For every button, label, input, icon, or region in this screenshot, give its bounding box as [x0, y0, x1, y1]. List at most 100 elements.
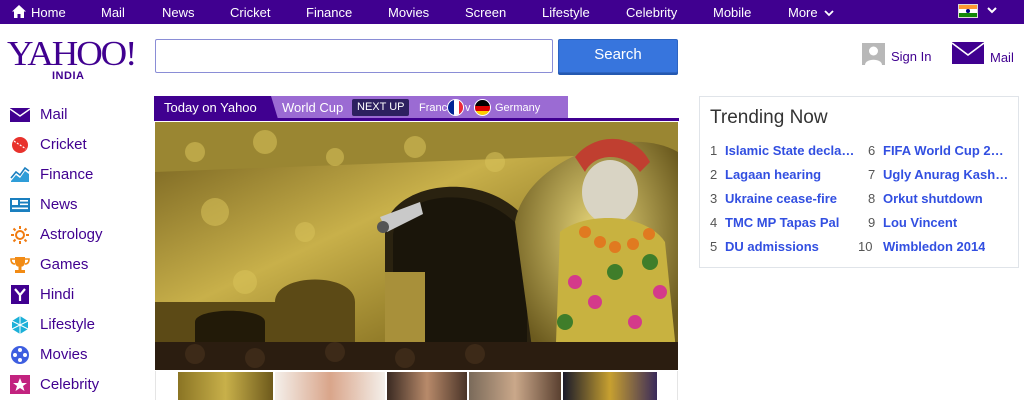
trending-rank: 6: [868, 143, 876, 158]
featured-tabs: World Cup NEXT UP France v Germany Today…: [154, 96, 679, 121]
sidebar-item-lifestyle[interactable]: Lifestyle: [10, 312, 150, 336]
finance-chart-icon: [10, 166, 30, 182]
sidebar-item-label: Celebrity: [40, 376, 100, 393]
india-flag-icon[interactable]: [958, 4, 978, 18]
tab-world-cup-label: World Cup: [282, 100, 344, 115]
sidebar-item-astrology[interactable]: Astrology: [10, 222, 150, 246]
trending-rank: 4: [710, 215, 718, 230]
search-button[interactable]: Search: [558, 39, 678, 73]
trending-item[interactable]: 4 TMC MP Tapas Pal: [710, 213, 860, 231]
versus-label: v: [465, 102, 471, 114]
hindi-y-icon: [11, 285, 29, 304]
next-up-badge: NEXT UP: [352, 99, 410, 116]
thumbnail-3[interactable]: [387, 372, 467, 400]
sidebar-item-label: Games: [40, 256, 89, 273]
trending-item[interactable]: 1 Islamic State decla…: [710, 141, 860, 159]
sidebar-item-celebrity[interactable]: Celebrity: [10, 372, 150, 396]
trending-link[interactable]: Lou Vincent: [883, 215, 957, 230]
sidebar-item-movies[interactable]: Movies: [10, 342, 150, 366]
sign-in-label: Sign In: [891, 49, 932, 64]
tabs-underline: [154, 118, 679, 121]
story-thumbnails: [155, 371, 678, 400]
featured-story-image[interactable]: [155, 122, 678, 370]
nav-mail-link[interactable]: Mail: [101, 0, 125, 24]
trending-item[interactable]: 2 Lagaan hearing: [710, 165, 860, 183]
sidebar-item-hindi[interactable]: Hindi: [10, 282, 150, 306]
trending-rank: 5: [710, 239, 718, 254]
trending-link[interactable]: Ugly Anurag Kash…: [883, 167, 1008, 182]
trending-link[interactable]: DU admissions: [725, 239, 819, 254]
mail-envelope-icon: [952, 42, 984, 64]
sidebar-item-label: Mail: [40, 106, 68, 123]
sidebar-item-label: Movies: [40, 346, 88, 363]
mail-label: Mail: [990, 50, 1014, 65]
sidebar-item-label: Cricket: [40, 136, 87, 153]
home-icon[interactable]: [11, 4, 27, 19]
trending-item[interactable]: 9 Lou Vincent: [868, 213, 1018, 231]
trending-item[interactable]: 5 DU admissions: [710, 237, 860, 255]
trending-link[interactable]: Lagaan hearing: [725, 167, 821, 182]
yahoo-india-logo[interactable]: YAHOO! INDIA: [7, 36, 137, 86]
trending-link[interactable]: TMC MP Tapas Pal: [725, 215, 839, 230]
trending-now-panel: Trending Now 1 Islamic State decla… 2 Laga…: [699, 96, 1019, 268]
search-input[interactable]: [155, 39, 553, 73]
cricket-ball-icon: [12, 137, 28, 153]
games-trophy-icon: [10, 257, 30, 273]
tab-world-cup[interactable]: World Cup NEXT UP France v Germany: [268, 96, 568, 119]
sidebar-item-label: Hindi: [40, 286, 75, 303]
trending-rank: 7: [868, 167, 876, 182]
nav-movies-link[interactable]: Movies: [388, 0, 429, 24]
avatar-icon: [862, 43, 885, 65]
trending-rank: 10: [858, 239, 873, 254]
nav-cricket-link[interactable]: Cricket: [230, 0, 270, 24]
nav-news-link[interactable]: News: [162, 0, 195, 24]
nav-mobile-link[interactable]: Mobile: [713, 0, 751, 24]
thumbnail-5[interactable]: [563, 372, 657, 400]
thumbnail-2[interactable]: [275, 372, 385, 400]
trending-link[interactable]: Orkut shutdown: [883, 191, 983, 206]
tab-today-on-yahoo[interactable]: Today on Yahoo: [154, 96, 271, 119]
trending-link[interactable]: Islamic State decla…: [725, 143, 854, 158]
nav-finance-link[interactable]: Finance: [306, 0, 352, 24]
trending-item[interactable]: 3 Ukraine cease-fire: [710, 189, 860, 207]
sidebar-item-games[interactable]: Games: [10, 252, 150, 276]
trending-link[interactable]: Ukraine cease-fire: [725, 191, 837, 206]
sidebar-item-label: Astrology: [40, 226, 103, 243]
celebrity-star-icon: [10, 375, 30, 394]
news-icon: [10, 198, 30, 212]
trending-rank: 1: [710, 143, 718, 158]
trending-title: Trending Now: [710, 107, 828, 128]
region-chevron-down-icon[interactable]: [986, 4, 998, 16]
sidebar-item-news[interactable]: News: [10, 192, 150, 216]
trending-item[interactable]: 6 FIFA World Cup 2…: [868, 141, 1018, 159]
nav-lifestyle-link[interactable]: Lifestyle: [542, 0, 590, 24]
astrology-sun-icon: [11, 226, 29, 244]
mail-icon: [10, 108, 30, 122]
trending-item[interactable]: 8 Orkut shutdown: [868, 189, 1018, 207]
sidebar-item-mail[interactable]: Mail: [10, 102, 150, 126]
trending-rank: 3: [710, 191, 718, 206]
trending-rank: 8: [868, 191, 876, 206]
movies-reel-icon: [11, 346, 29, 364]
nav-screen-link[interactable]: Screen: [465, 0, 506, 24]
lifestyle-diamond-icon: [11, 316, 29, 334]
chevron-down-icon: [824, 10, 834, 17]
sidebar-item-cricket[interactable]: Cricket: [10, 132, 150, 156]
trending-link[interactable]: FIFA World Cup 2…: [883, 143, 1004, 158]
sidebar-item-label: Lifestyle: [40, 316, 96, 333]
trending-item[interactable]: 7 Ugly Anurag Kash…: [868, 165, 1018, 183]
nav-home-link[interactable]: Home: [31, 0, 66, 24]
trending-rank: 9: [868, 215, 876, 230]
top-navigation-bar: Home Mail News Cricket Finance Movies Sc…: [0, 0, 1024, 24]
sidebar-item-label: News: [40, 196, 78, 213]
trending-rank: 2: [710, 167, 718, 182]
temple-photo: [155, 122, 678, 370]
thumbnail-4[interactable]: [469, 372, 561, 400]
nav-more-menu[interactable]: More: [788, 0, 834, 24]
trending-link[interactable]: Wimbledon 2014: [883, 239, 985, 254]
nav-celebrity-link[interactable]: Celebrity: [626, 0, 677, 24]
sidebar-item-finance[interactable]: Finance: [10, 162, 150, 186]
trending-item[interactable]: 10 Wimbledon 2014: [858, 237, 1008, 255]
yahoo-logo-wordmark: YAHOO!: [7, 34, 137, 73]
thumbnail-1[interactable]: [178, 372, 273, 400]
